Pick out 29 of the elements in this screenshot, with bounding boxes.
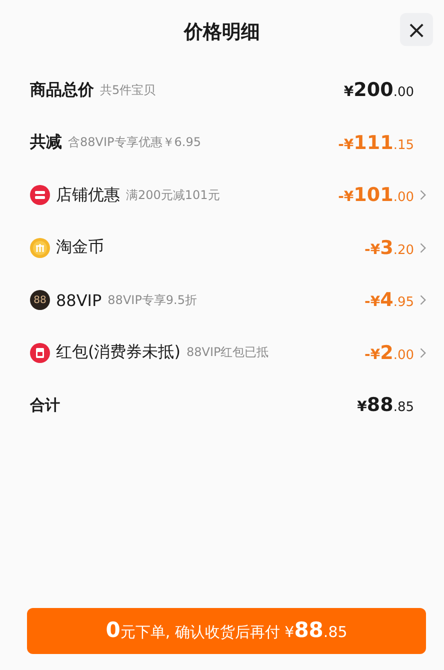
chevron-right-icon[interactable] [419, 294, 426, 306]
chevron-right-icon[interactable] [419, 242, 426, 254]
chevron-right-icon[interactable] [419, 346, 426, 359]
price-amount: -¥3.20 [364, 236, 414, 259]
row-label: 红包(消费券未抵) [56, 342, 180, 364]
shop-badge-icon [30, 185, 50, 206]
vip-badge-icon: 88 [30, 290, 50, 310]
price-amount: -¥101.00 [338, 184, 414, 206]
price-amount: -¥4.95 [364, 289, 414, 312]
price-amount: -¥111.15 [338, 132, 414, 154]
envelope-icon [30, 342, 50, 363]
price-amount: ¥200.00 [344, 79, 414, 102]
coin-icon [30, 238, 50, 258]
close-button[interactable]: × [400, 13, 433, 46]
row-note: 共5件宝贝 [100, 82, 156, 99]
row-note: 88VIP专享9.5折 [108, 292, 198, 309]
row-note: 88VIP红包已抵 [186, 344, 269, 362]
sheet-title: 价格明细 [184, 20, 260, 45]
row-label: 淘金币 [56, 237, 104, 258]
row-label: 店铺优惠 [56, 184, 120, 206]
row-label: 88VIP [56, 290, 102, 310]
row-note: 含88VIP专享优惠￥6.95 [68, 134, 201, 152]
row-label: 商品总价 [30, 80, 94, 101]
row-label: 共减 [30, 132, 62, 154]
price-amount: ¥88.85 [357, 394, 414, 416]
price-amount: -¥2.00 [364, 342, 414, 364]
chevron-right-icon[interactable] [419, 189, 426, 202]
row-note: 满200元减101元 [126, 186, 220, 204]
row-label: 合计 [30, 396, 60, 415]
